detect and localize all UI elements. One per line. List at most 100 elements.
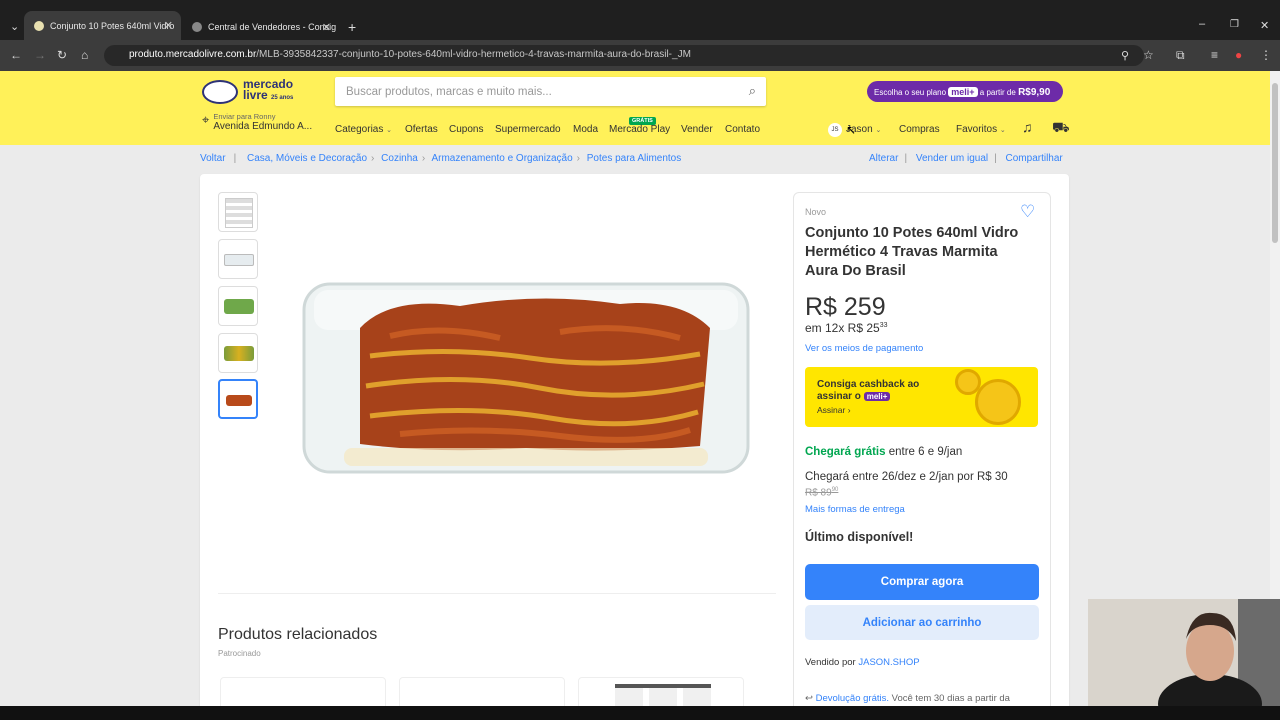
bookmark-star-icon[interactable]: ☆: [1143, 48, 1154, 62]
nav-contato[interactable]: Contato: [725, 124, 760, 135]
breadcrumb-casa[interactable]: Casa, Móveis e Decoração: [247, 153, 367, 164]
bottom-bar: [0, 706, 1280, 720]
compartilhar-link[interactable]: Compartilhar: [1006, 153, 1063, 164]
url-field[interactable]: produto.mercadolivre.com.br/MLB-39358423…: [104, 45, 1144, 66]
actions-divider: |: [904, 153, 908, 164]
related-products-title: Produtos relacionados: [218, 626, 378, 643]
thumbnail-2[interactable]: [218, 239, 258, 279]
search-input[interactable]: [335, 77, 715, 106]
seller-info: Vendido por JASON.SHOP: [805, 657, 920, 668]
meli-plus-promo[interactable]: Escolha o seu plano meli+ a partir de R$…: [867, 81, 1063, 102]
promo-from: a partir de: [979, 88, 1016, 97]
heart-icon[interactable]: ♡: [1020, 202, 1035, 222]
nav-moda[interactable]: Moda: [573, 124, 598, 135]
thumb-container-image: [224, 254, 254, 266]
logo-years: 25 anos: [271, 95, 294, 101]
forward-icon[interactable]: →: [34, 48, 46, 62]
thumbnail-5[interactable]: [218, 379, 258, 419]
thumb-mixed-image: [224, 346, 254, 361]
thumbnail-1[interactable]: [218, 192, 258, 232]
thumb-stack-image: [225, 198, 253, 228]
bell-icon[interactable]: ♫: [1022, 119, 1033, 135]
coin-icon: [975, 379, 1021, 425]
back-icon[interactable]: ←: [10, 48, 22, 62]
cashback-line2: assinar o: [817, 391, 861, 402]
payment-methods-link[interactable]: Ver os meios de pagamento: [805, 343, 923, 354]
back-link[interactable]: Voltar: [200, 153, 226, 164]
condition-label: Novo: [805, 207, 827, 217]
promo-text: Escolha o seu plano: [874, 88, 947, 97]
tab-close-icon[interactable]: ✕: [164, 19, 173, 32]
nav-supermercado[interactable]: Supermercado: [495, 124, 561, 135]
return-icon: ↩: [805, 693, 813, 704]
product-main-image[interactable]: [300, 276, 752, 480]
product-title: Conjunto 10 Potes 640ml Vidro Hermético …: [805, 225, 1019, 279]
old-shipping-price: R$ 8990: [805, 487, 838, 498]
location-pin-icon: ⌖: [202, 112, 210, 127]
nav-categorias-label: Categorias: [335, 124, 384, 135]
extensions-icon[interactable]: ⧉: [1176, 48, 1185, 63]
container-bottom-shape: [344, 448, 708, 466]
cart-icon[interactable]: ⛟: [1052, 119, 1070, 138]
thumbnail-3[interactable]: [218, 286, 258, 326]
logo-text-bottom: livre: [243, 88, 268, 102]
breadcrumb-armazenamento[interactable]: Armazenamento e Organização: [431, 153, 572, 164]
profile-icon[interactable]: ●: [1235, 48, 1242, 62]
free-shipping-dates: entre 6 e 9/jan: [888, 446, 963, 458]
nav-cupons[interactable]: Cupons: [449, 124, 483, 135]
breadcrumb-potes[interactable]: Potes para Alimentos: [587, 153, 682, 164]
promo-price: R$9,90: [1018, 87, 1051, 98]
handshake-icon: [202, 79, 238, 104]
breadcrumb-cozinha[interactable]: Cozinha: [381, 153, 418, 164]
add-to-cart-button[interactable]: Adicionar ao carrinho: [805, 605, 1039, 640]
nav-categorias[interactable]: Categorias ⌄: [335, 124, 392, 135]
paid-shipping: Chegará entre 26/dez e 2/jan por R$ 30: [805, 471, 1008, 483]
reload-icon[interactable]: ↻: [57, 48, 67, 62]
buy-now-button[interactable]: Comprar agora: [805, 564, 1039, 600]
breadcrumb-actions: Alterar | Vender um igual | Compartilhar: [869, 153, 1063, 164]
return-link[interactable]: Devolução grátis.: [816, 693, 889, 704]
zoom-icon[interactable]: ⚲: [1121, 49, 1129, 62]
thumb-pasta-image: [226, 395, 252, 406]
url-path: /MLB-3935842337-conjunto-10-potes-640ml-…: [256, 49, 691, 60]
media-icon[interactable]: ≡: [1211, 48, 1218, 62]
search-icon[interactable]: ⌕: [749, 83, 756, 99]
breadcrumb-divider: |: [233, 153, 237, 164]
free-shipping-label: Chegará grátis: [805, 446, 886, 458]
tab-search-icon[interactable]: ⌄: [10, 20, 19, 33]
nav-favoritos[interactable]: Favoritos ⌄: [956, 124, 1006, 135]
user-avatar[interactable]: JS: [828, 123, 842, 137]
nav-mercado-play[interactable]: Mercado Play: [609, 124, 670, 135]
nav-ofertas[interactable]: Ofertas: [405, 124, 438, 135]
tab-close-icon[interactable]: ✕: [322, 21, 331, 34]
more-shipping-link[interactable]: Mais formas de entrega: [805, 504, 905, 515]
cashback-subscribe-link[interactable]: Assinar ›: [817, 405, 851, 415]
cashback-banner[interactable]: Consiga cashback ao assinar o meli+ Assin…: [805, 367, 1038, 427]
restore-icon[interactable]: ❐: [1230, 19, 1239, 30]
minimize-icon[interactable]: –: [1199, 18, 1205, 30]
url-domain: produto.mercadolivre.com.br: [129, 49, 257, 60]
nav-vender[interactable]: Vender: [681, 124, 713, 135]
menu-kebab-icon[interactable]: ⋮: [1260, 48, 1272, 62]
seller-link[interactable]: JASON.SHOP: [858, 657, 919, 668]
tab-seller-central[interactable]: Central de Vendedores - Consig ✕: [182, 14, 339, 40]
breadcrumb-separator: ›: [576, 153, 580, 164]
tab-product[interactable]: Conjunto 10 Potes 640ml Vidro ✕: [24, 11, 181, 40]
cashback-line1: Consiga cashback ao: [817, 379, 920, 390]
alterar-link[interactable]: Alterar: [869, 153, 898, 164]
scrollbar-thumb[interactable]: [1272, 83, 1278, 243]
mouse-cursor-icon: ↖: [846, 123, 857, 137]
new-tab-icon[interactable]: +: [348, 19, 356, 35]
vender-igual-link[interactable]: Vender um igual: [916, 153, 988, 164]
thumbnail-4[interactable]: [218, 333, 258, 373]
mercadolivre-logo[interactable]: mercado livre 25 anos: [202, 78, 294, 104]
nav-compras[interactable]: Compras: [899, 124, 940, 135]
cashback-brand: meli+: [863, 392, 891, 401]
chevron-down-icon: ⌄: [875, 127, 882, 134]
home-icon[interactable]: ⌂: [81, 48, 88, 62]
location-address: Avenida Edmundo A...: [213, 121, 313, 132]
delivery-location[interactable]: ⌖ Enviar para Ronny Avenida Edmundo A...: [202, 112, 312, 132]
tab-seller-central-label: Central de Vendedores - Consig: [208, 22, 337, 32]
webcam-overlay: [1088, 599, 1280, 714]
close-window-icon[interactable]: ✕: [1260, 19, 1269, 32]
